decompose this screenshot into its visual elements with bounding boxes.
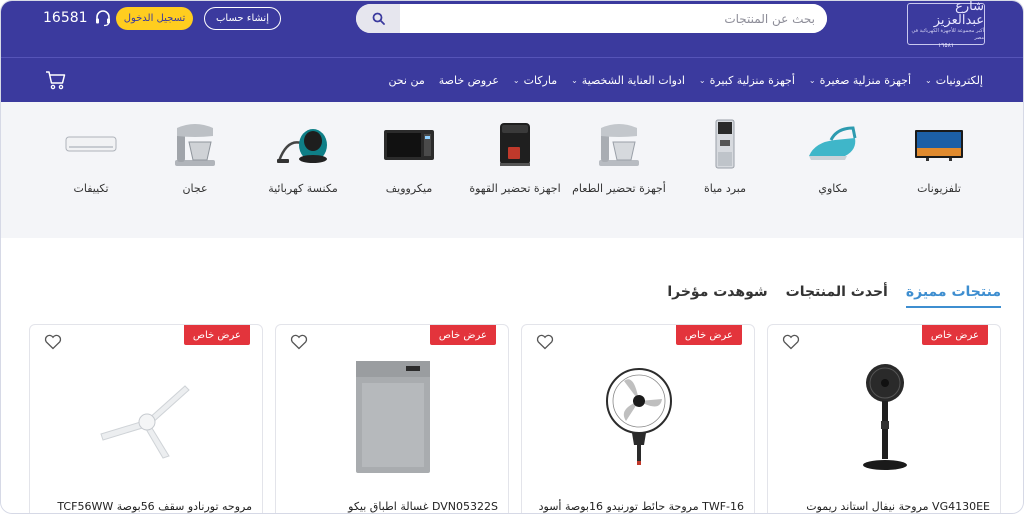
dishwasher-icon [356, 361, 430, 473]
category-label: أجهزة تحضير الطعام [572, 182, 666, 195]
hotline[interactable]: 16581 [43, 8, 112, 28]
category-air-conditioner[interactable]: تكييفات [43, 118, 139, 197]
nav-item-label: ماركات [523, 74, 558, 87]
category-water-cooler[interactable]: مبرد مياة [677, 118, 773, 197]
search-button[interactable] [356, 4, 400, 33]
product-image [30, 355, 264, 479]
nav-item-special-offers[interactable]: عروض خاصة [439, 74, 499, 87]
category-label: اجهزة تحضير القهوة [469, 182, 561, 195]
main-nav: إلكترونيات ⌄ أجهزة منزلية صغيرة ⌄ أجهزة … [1, 57, 1023, 103]
tab-featured[interactable]: منتجات مميزة [905, 284, 1001, 308]
logo-number: ١٦٥٨١ [937, 41, 955, 49]
category-label: مكنسة كهربائية [268, 182, 338, 195]
category-label: عجان [182, 182, 208, 195]
nav-item-about-us[interactable]: من نحن [388, 74, 424, 87]
wall-fan-icon [606, 368, 672, 465]
category-label: مكاوي [818, 182, 848, 195]
nav-item-brands[interactable]: ماركات ⌄ [513, 74, 557, 87]
vacuum-icon [277, 129, 327, 163]
category-iron[interactable]: مكاوي [785, 118, 881, 197]
category-label: ميكروويف [385, 182, 433, 195]
nav-item-label: أجهزة منزلية كبيرة [709, 74, 795, 87]
chevron-down-icon: ⌄ [512, 76, 520, 85]
ceiling-fan-icon [100, 385, 190, 459]
search-input[interactable] [400, 4, 827, 33]
nav-item-label: من نحن [388, 74, 425, 87]
tv-icon [915, 130, 963, 161]
nav-item-personal-care[interactable]: ادوات العناية الشخصية ⌄ [571, 74, 685, 87]
offer-badge: عرض خاص [429, 325, 496, 345]
nav-item-large-appliances[interactable]: أجهزة منزلية كبيرة ⌄ [699, 74, 795, 87]
site-logo[interactable]: شارع عبدالعزيز أكبر مجموعة للأجهزة الكهر… [907, 0, 985, 49]
category-label: مبرد مياة [704, 182, 747, 195]
category-coffee[interactable]: اجهزة تحضير القهوة [467, 118, 563, 197]
dough-mixer-icon [175, 124, 215, 166]
heart-icon[interactable] [536, 334, 554, 350]
product-title: TWF-16 مروحة حائط تورنيدو 16بوصة أسود [538, 500, 744, 513]
product-title: VG4130EE مروحة نيفال استاند ريموت [806, 500, 990, 513]
offer-badge: عرض خاص [921, 325, 988, 345]
nav-item-label: إلكترونيات [935, 74, 983, 87]
nav-item-small-appliances[interactable]: أجهزة منزلية صغيرة ⌄ [809, 74, 911, 87]
category-label: تلفزيونات [917, 182, 961, 195]
offer-badge: عرض خاص [675, 325, 742, 345]
category-tv[interactable]: تلفزيونات [891, 118, 987, 197]
search-icon [372, 12, 385, 25]
login-button[interactable]: تسجيل الدخول [116, 7, 193, 30]
chevron-down-icon: ⌄ [925, 76, 932, 85]
product-title: مروحه تورنادو سقف 56بوصة TCF56WW [57, 500, 252, 513]
search-bar [356, 4, 827, 33]
category-microwave[interactable]: ميكروويف [361, 118, 457, 197]
coffee-machine-icon [500, 123, 530, 166]
nav-item-label: ادوات العناية الشخصية [581, 74, 685, 87]
heart-icon[interactable] [782, 334, 800, 350]
tab-latest[interactable]: أحدث المنتجات [786, 284, 888, 308]
nav-item-electronics[interactable]: إلكترونيات ⌄ [925, 74, 983, 87]
product-image [276, 355, 510, 479]
nav-list: إلكترونيات ⌄ أجهزة منزلية صغيرة ⌄ أجهزة … [388, 58, 983, 103]
offer-badge: عرض خاص [183, 325, 250, 345]
chevron-down-icon: ⌄ [571, 76, 578, 85]
page: شارع عبدالعزيز أكبر مجموعة للأجهزة الكهر… [0, 0, 1024, 514]
hotline-number: 16581 [43, 10, 88, 26]
category-strip: تلفزيونات مكاوي مبرد مياة أجهزة تحضير ال… [1, 102, 1023, 238]
category-vacuum[interactable]: مكنسة كهربائية [255, 118, 351, 197]
iron-icon [809, 126, 857, 160]
products-section: منتجات مميزة أحدث المنتجات شوهدت مؤخرا ع… [1, 238, 1023, 513]
product-image [768, 355, 1002, 479]
top-bar: شارع عبدالعزيز أكبر مجموعة للأجهزة الكهر… [1, 0, 1023, 57]
water-cooler-icon [715, 119, 735, 169]
product-card[interactable]: عرض خاص DVN05322S غسالة اطباق بيكو [275, 324, 510, 513]
headset-icon [95, 10, 110, 27]
register-button[interactable]: إنشاء حساب [204, 7, 281, 30]
heart-icon[interactable] [290, 334, 308, 350]
heart-icon[interactable] [44, 334, 62, 350]
logo-title: شارع عبدالعزيز [933, 0, 984, 28]
stand-mixer-icon [599, 124, 639, 166]
category-label: تكييفات [73, 182, 109, 195]
category-dough-mixer[interactable]: عجان [147, 118, 243, 197]
stand-fan-icon [863, 364, 907, 470]
chevron-down-icon: ⌄ [698, 76, 706, 85]
nav-item-label: عروض خاصة [438, 74, 499, 87]
product-image [522, 355, 756, 479]
logo-tagline: أكبر مجموعة للأجهزة الكهربائية في مصر [911, 27, 984, 41]
nav-item-label: أجهزة منزلية صغيرة [819, 74, 912, 87]
product-card[interactable]: عرض خاص VG4130EE مروحة نيفال استاند ريمو… [767, 324, 1002, 513]
category-food-prep[interactable]: أجهزة تحضير الطعام [571, 118, 667, 197]
product-title: DVN05322S غسالة اطباق بيكو [348, 500, 498, 513]
cart-icon[interactable] [45, 70, 67, 90]
product-card[interactable]: عرض خاص مروحه تورنادو سقف 56بوصة TCF56WW [29, 324, 264, 513]
microwave-icon [384, 130, 434, 160]
tab-recently-viewed[interactable]: شوهدت مؤخرا [667, 284, 767, 308]
product-tabs: منتجات مميزة أحدث المنتجات شوهدت مؤخرا [667, 284, 1001, 308]
product-card[interactable]: عرض خاص TWF-16 مروحة حائط تورنيدو 16بوصة… [521, 324, 756, 513]
air-conditioner-icon [65, 136, 117, 152]
chevron-down-icon: ⌄ [808, 76, 816, 85]
